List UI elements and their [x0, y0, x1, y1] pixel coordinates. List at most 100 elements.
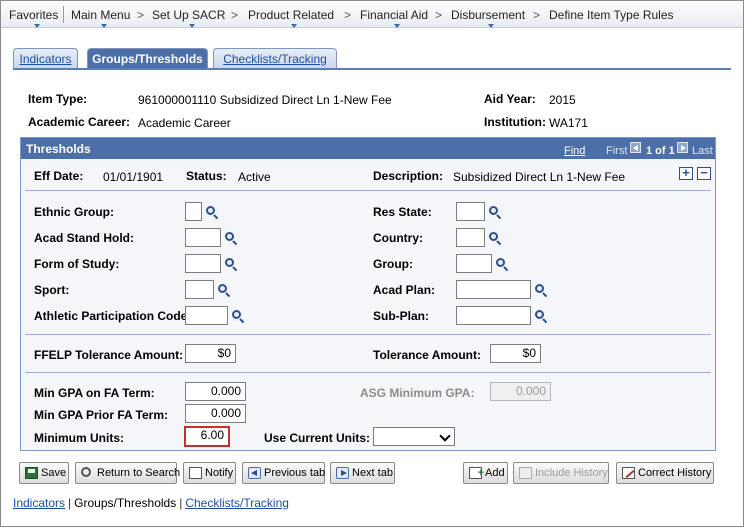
chevron-down-icon	[291, 24, 298, 28]
divider	[25, 190, 711, 191]
breadcrumb-disbursement[interactable]: Disbursement	[451, 8, 525, 28]
include-history-button: Include History	[513, 462, 609, 484]
breadcrumb-separator: >	[533, 8, 541, 22]
lookup-icon[interactable]	[488, 231, 502, 246]
lookup-icon[interactable]	[205, 205, 219, 220]
min-gpa-prior-fa-term-input[interactable]: 0.000	[185, 404, 246, 423]
delete-row-button[interactable]: −	[697, 166, 711, 180]
chevron-down-icon	[188, 24, 195, 28]
return-to-search-button[interactable]: Return to Search	[75, 462, 180, 484]
divider	[25, 334, 711, 335]
footer-link-checklists-tracking[interactable]: Checklists/Tracking	[185, 496, 289, 510]
breadcrumb-main-menu[interactable]: Main Menu	[71, 8, 130, 28]
sub-plan-label: Sub-Plan:	[373, 309, 429, 323]
prev-row-icon[interactable]	[630, 142, 641, 153]
ethnic-group-input[interactable]	[185, 202, 202, 221]
correct-history-icon	[622, 467, 635, 479]
breadcrumb-product-related[interactable]: Product Related	[248, 8, 334, 28]
status-value: Active	[238, 170, 271, 184]
next-row-icon[interactable]	[677, 142, 688, 153]
chevron-down-icon	[394, 24, 401, 28]
res-state-label: Res State:	[373, 205, 432, 219]
breadcrumb-define-item-type-rules[interactable]: Define Item Type Rules	[549, 8, 674, 22]
sport-input[interactable]	[185, 280, 214, 299]
footer-tab-links: Indicators | Groups/Thresholds | Checklists/…	[13, 496, 289, 510]
min-gpa-fa-term-label: Min GPA on FA Term:	[34, 386, 155, 400]
use-current-units-select[interactable]	[373, 427, 455, 446]
tab-indicators[interactable]: Indicators	[13, 48, 78, 69]
ffelp-tolerance-input[interactable]: $0	[185, 344, 236, 363]
tolerance-amount-input[interactable]: $0	[490, 344, 541, 363]
form-of-study-input[interactable]	[185, 254, 221, 273]
arrow-left-icon	[248, 467, 261, 479]
chevron-down-icon	[439, 430, 451, 442]
thresholds-panel: Thresholds Find First 1 of 1 Last Eff Da…	[20, 137, 716, 451]
minimum-units-input[interactable]: 6.00	[184, 426, 230, 447]
chevron-down-icon	[100, 24, 107, 28]
add-row-button[interactable]: +	[679, 166, 693, 180]
next-tab-button[interactable]: Next tab	[330, 462, 395, 484]
academic-career-value: Academic Career	[138, 116, 231, 130]
min-gpa-fa-term-input[interactable]: 0.000	[185, 382, 246, 401]
lookup-icon[interactable]	[224, 257, 238, 272]
lookup-icon[interactable]	[231, 309, 245, 324]
lookup-icon[interactable]	[217, 283, 231, 298]
first-label: First	[606, 145, 628, 157]
lookup-icon[interactable]	[495, 257, 509, 272]
use-current-units-label: Use Current Units:	[264, 431, 371, 445]
thresholds-title: Thresholds	[26, 142, 91, 156]
footer-link-indicators[interactable]: Indicators	[13, 496, 65, 510]
group-input[interactable]	[456, 254, 492, 273]
institution-label: Institution:	[484, 115, 546, 129]
breadcrumb-separator: >	[344, 8, 352, 22]
athletic-participation-code-input[interactable]	[185, 306, 228, 325]
min-gpa-prior-fa-term-label: Min GPA Prior FA Term:	[34, 408, 169, 422]
lookup-icon[interactable]	[534, 283, 548, 298]
breadcrumb-financial-aid[interactable]: Financial Aid	[360, 8, 428, 28]
institution-value: WA171	[549, 116, 588, 130]
lookup-icon[interactable]	[224, 231, 238, 246]
thresholds-header: Thresholds Find First 1 of 1 Last	[21, 138, 715, 159]
academic-career-label: Academic Career:	[28, 115, 131, 129]
last-label: Last	[692, 145, 713, 157]
res-state-input[interactable]	[456, 202, 485, 221]
find-link[interactable]: Find	[564, 145, 585, 157]
minimum-units-label: Minimum Units:	[34, 431, 124, 445]
notify-button[interactable]: Notify	[183, 462, 236, 484]
footer-link-groups-thresholds[interactable]: Groups/Thresholds	[74, 496, 176, 510]
item-type-value: 961000001110 Subsidized Direct Ln 1-New …	[138, 93, 392, 107]
breadcrumb-favorites[interactable]: Favorites	[9, 8, 58, 28]
breadcrumb-separator: >	[231, 8, 239, 22]
acad-plan-label: Acad Plan:	[373, 283, 436, 297]
add-icon	[469, 463, 484, 483]
status-label: Status:	[186, 169, 227, 183]
tab-checklists-tracking[interactable]: Checklists/Tracking	[213, 48, 337, 69]
asg-minimum-gpa-input: 0.000	[490, 382, 551, 401]
divider	[25, 372, 711, 373]
search-icon	[81, 467, 91, 477]
asg-minimum-gpa-label: ASG Minimum GPA:	[360, 386, 475, 400]
ethnic-group-label: Ethnic Group:	[34, 205, 114, 219]
previous-tab-button[interactable]: Previous tab	[242, 462, 325, 484]
add-button[interactable]: Add	[463, 462, 508, 484]
acad-stand-hold-label: Acad Stand Hold:	[34, 231, 135, 245]
country-input[interactable]	[456, 228, 485, 247]
breadcrumb-separator: >	[435, 8, 443, 22]
correct-history-button[interactable]: Correct History	[616, 462, 714, 484]
chevron-down-icon	[33, 24, 40, 28]
sub-plan-input[interactable]	[456, 306, 531, 325]
lookup-icon[interactable]	[534, 309, 548, 324]
lookup-icon[interactable]	[488, 205, 502, 220]
tab-underline	[13, 68, 731, 70]
group-label: Group:	[373, 257, 413, 271]
save-button[interactable]: Save	[19, 462, 69, 484]
acad-stand-hold-input[interactable]	[185, 228, 221, 247]
acad-plan-input[interactable]	[456, 280, 531, 299]
breadcrumb-set-up-sacr[interactable]: Set Up SACR	[152, 8, 225, 28]
chevron-down-icon	[488, 24, 495, 28]
eff-date-value: 01/01/1901	[103, 170, 164, 184]
save-icon	[25, 467, 38, 479]
description-label: Description:	[373, 169, 444, 183]
tab-groups-thresholds[interactable]: Groups/Thresholds	[87, 48, 208, 69]
description-value: Subsidized Direct Ln 1-New Fee	[453, 170, 626, 184]
